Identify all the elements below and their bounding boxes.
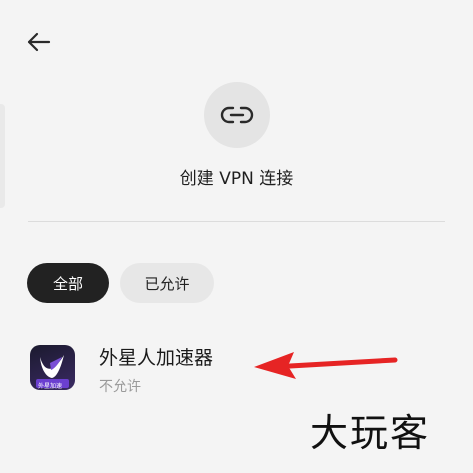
arrow-left-icon <box>27 32 51 52</box>
divider <box>28 221 445 222</box>
app-permission-status: 不允许 <box>99 379 141 395</box>
create-vpn-button[interactable] <box>204 82 270 148</box>
filter-chip-all[interactable]: 全部 <box>27 263 109 303</box>
back-button[interactable] <box>22 26 54 58</box>
app-icon-alien: 外星加速 <box>30 345 75 390</box>
create-vpn-label[interactable]: 创建 VPN 连接 <box>0 164 473 189</box>
link-icon <box>220 106 254 124</box>
app-icon-caption: 外星加速 <box>38 383 63 390</box>
side-panel-edge <box>0 104 5 208</box>
app-name: 外星人加速器 <box>99 347 214 369</box>
app-list-item[interactable]: 外星加速 外星人加速器 不允许 <box>0 335 473 405</box>
annotation-arrow-icon <box>254 352 398 379</box>
watermark: 大玩客 <box>310 411 431 455</box>
filter-chip-allowed[interactable]: 已允许 <box>120 263 214 303</box>
